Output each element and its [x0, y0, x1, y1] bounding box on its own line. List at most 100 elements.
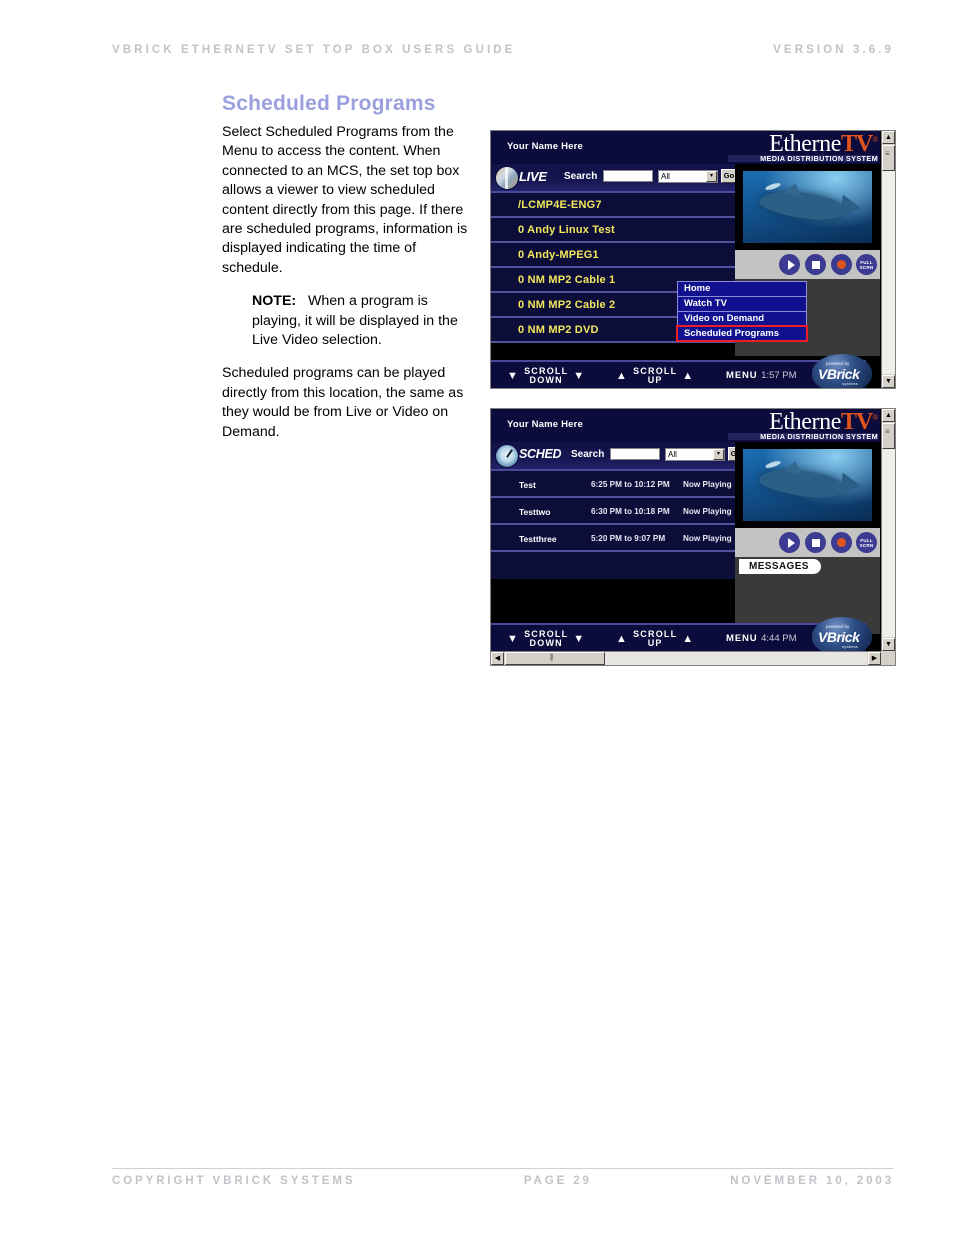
channel-name: 0 Andy-MPEG1 — [518, 249, 599, 261]
hscrollbar-thumb-2[interactable] — [505, 652, 605, 665]
logo-tagline-1: MEDIA DISTRIBUTION SYSTEM — [728, 155, 878, 162]
vbrick-name-2: VBrick — [818, 629, 860, 645]
stb-title-bar-2: Your Name Here EtherneTV® MEDIA DISTRIBU… — [491, 409, 880, 442]
program-status: Now Playing — [683, 507, 732, 516]
stop-button-2[interactable] — [805, 532, 826, 553]
table-row[interactable]: Testthree 5:20 PM to 9:07 PM Now Playing — [491, 525, 735, 552]
record-button-2[interactable] — [831, 532, 852, 553]
record-button-1[interactable] — [831, 254, 852, 275]
program-time: 6:30 PM to 10:18 PM — [591, 507, 670, 516]
figure-live-menu-screenshot: Your Name Here EtherneTV® MEDIA DISTRIBU… — [490, 130, 896, 389]
video-thumbnail-2[interactable] — [743, 449, 872, 521]
stop-button-1[interactable] — [805, 254, 826, 275]
menu-and-clock-2[interactable]: MENU 4:44 PM — [726, 633, 797, 644]
footer-date-text: NOVEMBER 10, 2003 — [730, 1175, 894, 1187]
menu-and-clock-1[interactable]: MENU 1:57 PM — [726, 370, 797, 381]
live-mode-icon — [495, 166, 519, 190]
chevron-down-icon-2[interactable]: ▾ — [713, 449, 724, 460]
registered-mark-icon-1: ® — [872, 135, 878, 144]
scrollbar-track-2[interactable] — [882, 449, 895, 637]
registered-mark-icon-2: ® — [872, 413, 878, 422]
footer-page-number: PAGE 29 — [523, 1175, 592, 1187]
search-filter-value-1: All — [661, 172, 670, 181]
program-name: Test — [519, 480, 536, 490]
scroll-down-button-1[interactable]: ▼ SCROLL DOWN ▼ — [507, 367, 585, 384]
list-background-fill-2 — [491, 579, 735, 624]
vbrick-name-1: VBrick — [818, 366, 860, 382]
scroll-up-button-1[interactable]: ▲ SCROLL UP ▲ — [616, 367, 694, 384]
vertical-scrollbar-1[interactable]: ▲ ▼ — [881, 131, 895, 388]
fish-shape-icon-2 — [764, 459, 782, 470]
fullscreen-button-1[interactable]: FULL SCRN — [856, 254, 877, 275]
fullscreen-label-line2-2: SCRN — [859, 542, 874, 548]
scrollbar-down-arrow-icon-2[interactable]: ▼ — [882, 638, 895, 651]
messages-badge[interactable]: MESSAGES — [739, 559, 821, 574]
scroll-down-label-line2-1: DOWN — [529, 374, 563, 385]
scrollbar-right-arrow-icon-2[interactable]: ▶ — [868, 652, 881, 665]
scrollbar-down-arrow-icon-1[interactable]: ▼ — [882, 375, 895, 388]
vertical-scrollbar-2[interactable]: ▲ ▼ — [881, 409, 895, 651]
search-label-2: Search — [571, 449, 605, 460]
footer-copyright-text: COPYRIGHT VBRICK SYSTEMS — [112, 1175, 356, 1187]
clock-time-2: 4:44 PM — [761, 633, 797, 644]
scrollbar-up-arrow-icon-1[interactable]: ▲ — [882, 131, 895, 144]
scrollbar-thumb-1[interactable] — [882, 145, 895, 171]
footer-divider — [112, 1168, 894, 1169]
vbrick-systems-2: systems — [842, 644, 859, 649]
search-label-1: Search — [564, 171, 598, 182]
menu-item-video-on-demand[interactable]: Video on Demand — [677, 311, 807, 326]
table-row[interactable]: Test 6:25 PM to 10:12 PM Now Playing — [491, 471, 735, 498]
arrow-up-icon-1a: ▲ — [616, 369, 629, 382]
scrollbar-track-1[interactable] — [882, 171, 895, 374]
horizontal-scrollbar-2[interactable]: ◀ ▶ — [491, 651, 881, 665]
hscrollbar-track-2[interactable] — [605, 652, 867, 665]
search-filter-value-2: All — [668, 450, 677, 459]
scroll-up-button-2[interactable]: ▲ SCROLL UP ▲ — [616, 630, 694, 647]
branding-your-name-1: Your Name Here — [507, 141, 584, 152]
bottom-nav-bar-2: ▼ SCROLL DOWN ▼ ▲ SCROLL UP ▲ MENU 4:44 … — [491, 617, 872, 655]
program-status: Now Playing — [683, 534, 732, 543]
channel-name: 0 NM MP2 DVD — [518, 324, 599, 336]
program-time: 6:25 PM to 10:12 PM — [591, 480, 670, 489]
arrow-down-icon-2b: ▼ — [573, 632, 586, 645]
ethernetv-logo-2: EtherneTV® MEDIA DISTRIBUTION SYSTEM — [728, 410, 878, 440]
arrow-up-icon-2a: ▲ — [616, 632, 629, 645]
channel-name: 0 Andy Linux Test — [518, 224, 615, 236]
search-bar-1: LIVE Search All ▾ Go — [491, 164, 737, 193]
header-version-text: VERSION 3.6.9 — [773, 44, 894, 56]
channel-name: 0 NM MP2 Cable 1 — [518, 274, 616, 286]
search-bar-2: SCHED Search All ▾ Go — [491, 442, 744, 471]
search-input-1[interactable] — [603, 170, 653, 182]
scroll-up-label-line2-2: UP — [647, 637, 663, 648]
body-copy: Select Scheduled Programs from the Menu … — [222, 123, 478, 456]
search-filter-select-1[interactable]: All ▾ — [658, 170, 718, 183]
mode-label-live: LIVE — [519, 169, 547, 184]
menu-button-label-1: MENU — [726, 370, 758, 381]
list-item[interactable]: /LCMP4E-ENG7 — [491, 193, 735, 218]
table-row[interactable]: Testtwo 6:30 PM to 10:18 PM Now Playing — [491, 498, 735, 525]
fullscreen-label-line2-1: SCRN — [859, 264, 874, 270]
search-filter-select-2[interactable]: All ▾ — [665, 448, 725, 461]
table-row-empty — [491, 552, 735, 581]
note-block: NOTE: When a program is playing, it will… — [252, 292, 478, 350]
menu-item-home[interactable]: Home — [677, 281, 807, 296]
video-thumbnail-1[interactable] — [743, 171, 872, 243]
list-item[interactable]: 0 Andy-MPEG1 — [491, 243, 735, 268]
menu-item-watch-tv[interactable]: Watch TV — [677, 296, 807, 311]
menu-item-scheduled-programs[interactable]: Scheduled Programs — [676, 325, 808, 342]
fullscreen-button-2[interactable]: FULL SCRN — [856, 532, 877, 553]
search-input-2[interactable] — [610, 448, 660, 460]
scrollbar-thumb-2[interactable] — [882, 423, 895, 449]
arrow-up-icon-2b: ▲ — [682, 632, 695, 645]
play-button-1[interactable] — [779, 254, 800, 275]
program-name: Testthree — [519, 534, 557, 544]
list-item[interactable]: 0 Andy Linux Test — [491, 218, 735, 243]
clock-time-1: 1:57 PM — [761, 370, 797, 381]
scrollbar-up-arrow-icon-2[interactable]: ▲ — [882, 409, 895, 422]
bottom-nav-bar-1: ▼ SCROLL DOWN ▼ ▲ SCROLL UP ▲ MENU 1:57 … — [491, 354, 872, 388]
ethernetv-logo-1: EtherneTV® MEDIA DISTRIBUTION SYSTEM — [728, 132, 878, 162]
scroll-down-button-2[interactable]: ▼ SCROLL DOWN ▼ — [507, 630, 585, 647]
scrollbar-left-arrow-icon-2[interactable]: ◀ — [491, 652, 504, 665]
play-button-2[interactable] — [779, 532, 800, 553]
chevron-down-icon-1[interactable]: ▾ — [706, 171, 717, 182]
